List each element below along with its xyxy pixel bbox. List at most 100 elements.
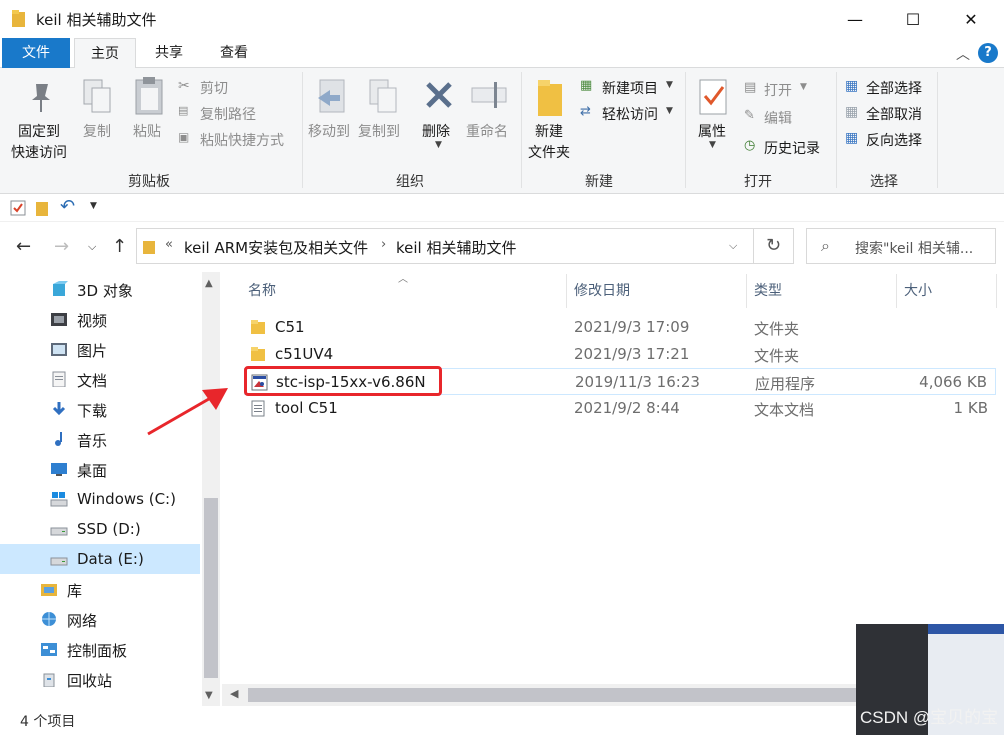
- select-all-button[interactable]: 全部选择: [866, 78, 922, 98]
- close-button[interactable]: ✕: [942, 0, 1000, 38]
- help-icon[interactable]: ?: [978, 43, 998, 63]
- file-row[interactable]: C51 2021/9/3 17:09 文件夹: [244, 314, 996, 341]
- column-header-date[interactable]: 修改日期: [574, 272, 630, 310]
- tab-view[interactable]: 查看: [204, 38, 264, 68]
- paste-shortcut-button[interactable]: 粘贴快捷方式: [200, 130, 284, 150]
- tab-share[interactable]: 共享: [140, 38, 198, 68]
- new-item-dropdown-icon[interactable]: ▼: [666, 80, 673, 90]
- nav-item[interactable]: 网络: [0, 604, 200, 634]
- annotation-highlight-box: [244, 366, 442, 396]
- horizontal-scroll-thumb[interactable]: [248, 688, 856, 702]
- column-divider[interactable]: [566, 274, 567, 308]
- maximize-button[interactable]: ☐: [884, 0, 942, 38]
- collapse-ribbon-icon[interactable]: ︿: [956, 44, 970, 64]
- copy-button[interactable]: 复制: [83, 121, 111, 141]
- delete-dropdown-icon[interactable]: ▼: [435, 140, 442, 150]
- search-box[interactable]: ⌕ 搜索"keil 相关辅...: [806, 228, 996, 264]
- nav-item-label: 3D 对象: [77, 282, 133, 300]
- nav-item[interactable]: SSD (D:): [0, 514, 200, 544]
- nav-item[interactable]: Windows (C:): [0, 484, 200, 514]
- tab-home[interactable]: 主页: [74, 38, 136, 69]
- new-group-label: 新建: [585, 174, 613, 190]
- cut-button[interactable]: 剪切: [200, 78, 228, 98]
- nav-item[interactable]: 视频: [0, 304, 200, 334]
- address-bar[interactable]: « keil ARM安装包及相关文件 › keil 相关辅助文件 ⌵: [136, 228, 754, 264]
- column-header-size[interactable]: 大小: [904, 272, 932, 310]
- forward-arrow-icon[interactable]: →: [54, 236, 69, 257]
- scroll-up-icon[interactable]: ▲: [205, 278, 213, 289]
- copy-path-button[interactable]: 复制路径: [200, 104, 256, 124]
- new-item-button[interactable]: 新建项目: [602, 78, 658, 98]
- pin-to-quick-access-button[interactable]: 固定到: [18, 121, 60, 141]
- address-dropdown-icon[interactable]: ⌵: [729, 239, 737, 253]
- network-icon: [42, 612, 56, 626]
- nav-item[interactable]: 回收站: [0, 664, 200, 694]
- file-date: 2021/9/3 17:21: [574, 345, 690, 363]
- new-folder-button[interactable]: 新建: [535, 121, 563, 141]
- search-input[interactable]: 搜索"keil 相关辅...: [855, 238, 973, 258]
- properties-dropdown-icon[interactable]: ▼: [709, 140, 716, 150]
- pin-label-line2: 快速访问: [11, 145, 67, 161]
- properties-button[interactable]: 属性: [698, 121, 726, 141]
- easy-access-button[interactable]: 轻松访问: [602, 104, 658, 124]
- annotation-arrow-icon: [147, 388, 228, 436]
- scroll-down-icon[interactable]: ▼: [205, 690, 213, 701]
- invert-selection-button[interactable]: 反向选择: [866, 130, 922, 150]
- copy-to-button[interactable]: 复制到: [358, 121, 400, 141]
- 3d-objects-icon: [53, 281, 68, 296]
- new-folder-quick-icon[interactable]: [36, 200, 48, 216]
- history-button[interactable]: 历史记录: [764, 138, 820, 158]
- column-header-name[interactable]: 名称: [248, 272, 276, 310]
- file-row[interactable]: c51UV4 2021/9/3 17:21 文件夹: [244, 341, 996, 368]
- open-button[interactable]: 打开: [764, 80, 792, 100]
- tab-file[interactable]: 文件: [2, 38, 70, 68]
- refresh-button[interactable]: ↻: [754, 228, 794, 264]
- minimize-button[interactable]: —: [826, 0, 884, 38]
- nav-item[interactable]: 图片: [0, 334, 200, 364]
- paste-shortcut-icon: ▣: [178, 130, 190, 144]
- customize-toolbar-icon[interactable]: ▼: [90, 201, 97, 211]
- column-divider[interactable]: [996, 274, 997, 308]
- nav-item[interactable]: 控制面板: [0, 634, 200, 664]
- move-to-button[interactable]: 移动到: [308, 121, 350, 141]
- properties-checkbox-icon[interactable]: [10, 200, 26, 216]
- group-divider: [302, 72, 303, 188]
- file-row[interactable]: tool C51 2021/9/2 8:44 文本文档 1 KB: [244, 395, 996, 422]
- scroll-thumb[interactable]: [204, 498, 218, 678]
- nav-item[interactable]: 3D 对象: [0, 274, 200, 304]
- breadcrumb-current[interactable]: keil 相关辅助文件: [396, 237, 516, 258]
- ribbon: 固定到 快速访问 复制 粘贴 ✂ 剪切 ▤ 复制路径 ▣ 粘贴快捷方式 剪贴板 …: [0, 68, 1004, 194]
- back-arrow-icon[interactable]: ←: [16, 236, 31, 257]
- edit-button[interactable]: 编辑: [764, 108, 792, 128]
- overflow-chevron-icon[interactable]: «: [165, 237, 173, 252]
- file-name: tool C51: [275, 399, 338, 417]
- easy-access-dropdown-icon[interactable]: ▼: [666, 106, 673, 116]
- title-bar: keil 相关辅助文件 — ☐ ✕: [0, 0, 1004, 38]
- up-arrow-icon[interactable]: ↑: [112, 236, 127, 257]
- undo-icon[interactable]: ↶: [60, 196, 75, 217]
- desktop-icon: [51, 463, 67, 476]
- open-dropdown-icon[interactable]: ▼: [800, 82, 807, 92]
- nav-item[interactable]: 桌面: [0, 454, 200, 484]
- sort-ascending-icon: ︿: [398, 274, 408, 285]
- rename-button[interactable]: 重命名: [466, 121, 508, 141]
- nav-scrollbar[interactable]: ▲ ▼: [202, 272, 220, 706]
- documents-icon: [52, 371, 66, 387]
- nav-item[interactable]: Data (E:): [0, 544, 200, 574]
- horizontal-scrollbar[interactable]: ◀: [222, 684, 856, 706]
- new-item-icon: ▦: [580, 78, 593, 93]
- recent-locations-chevron-icon[interactable]: ⌵: [88, 240, 96, 254]
- column-header-type[interactable]: 类型: [754, 272, 782, 310]
- file-name: c51UV4: [275, 345, 334, 363]
- select-none-button[interactable]: 全部取消: [866, 104, 922, 124]
- delete-button[interactable]: 删除: [422, 121, 450, 141]
- nav-item[interactable]: 库: [0, 574, 200, 604]
- paste-button[interactable]: 粘贴: [133, 121, 161, 141]
- breadcrumb-parent[interactable]: keil ARM安装包及相关文件: [184, 237, 368, 258]
- scroll-left-icon[interactable]: ◀: [230, 687, 238, 700]
- select-none-icon: ▦: [845, 104, 859, 120]
- column-divider[interactable]: [746, 274, 747, 308]
- watermark: CSDN @宝贝的宝: [860, 708, 999, 727]
- window-title: keil 相关辅助文件: [36, 11, 157, 29]
- column-divider[interactable]: [896, 274, 897, 308]
